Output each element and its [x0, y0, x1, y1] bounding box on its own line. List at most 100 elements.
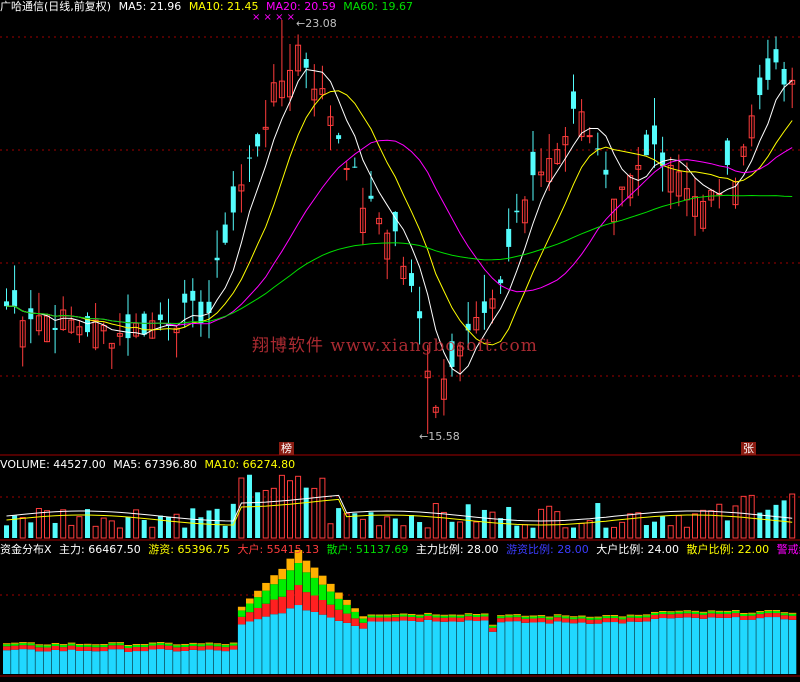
retail-value: 散户: 51137.69: [326, 543, 409, 556]
fund-big-segment: [505, 617, 513, 622]
fund-retail-segment: [156, 649, 165, 674]
ma10-label: MA10: 21.45: [188, 0, 259, 13]
fund-big-segment: [59, 647, 68, 652]
candle-body: [303, 59, 309, 68]
fund-retail-segment: [19, 649, 27, 674]
fund-hot-segment: [561, 616, 570, 619]
fund-hot-segment: [634, 615, 643, 618]
fund-hot-segment: [472, 615, 481, 618]
fund-hot-segment: [59, 645, 68, 648]
fund-big-segment: [35, 647, 43, 652]
main-chart-header: 广哈通信(日线,前复权) MA5: 21.96 MA10: 21.45 MA20…: [0, 0, 417, 14]
fund-hot-segment: [456, 615, 465, 618]
fund-big-segment: [367, 617, 376, 622]
fund-main-segment: [586, 616, 594, 618]
candle-body: [343, 167, 350, 170]
fund-hot-segment: [756, 612, 764, 615]
fund-hot-segment: [489, 625, 497, 628]
fund-retail-segment: [294, 605, 303, 674]
volume-bar: [319, 477, 326, 539]
fund-big-segment: [92, 647, 100, 652]
fund-retail-segment: [399, 620, 408, 674]
stock-title: 广哈通信(日线,前复权): [0, 0, 112, 13]
volume-bar: [781, 500, 787, 538]
candle-body: [765, 58, 771, 80]
fund-main-segment: [521, 615, 529, 617]
volume-bar: [757, 512, 763, 538]
fund-retail-segment: [553, 621, 562, 674]
tag-zhang[interactable]: 张: [741, 442, 756, 455]
fund-retail-segment: [780, 619, 789, 674]
fund-big-segment: [424, 615, 432, 620]
fund-hot-segment: [254, 597, 262, 608]
fund-retail-segment: [756, 618, 764, 674]
volume-bar: [440, 511, 447, 539]
fund-retail-segment: [586, 623, 594, 674]
volume-bar: [765, 509, 771, 538]
fund-big-segment: [561, 618, 570, 623]
volume-bar: [530, 527, 536, 538]
ma60-label: MA60: 19.67: [343, 0, 413, 13]
fund-hot-segment: [124, 645, 133, 648]
volume-bar: [481, 509, 487, 538]
fund-hot-segment: [246, 603, 254, 613]
fund-big-segment: [67, 645, 76, 650]
fund-retail-segment: [262, 616, 270, 674]
fund-main-segment: [408, 613, 416, 615]
fund-big-segment: [327, 604, 335, 618]
fund-big-segment: [278, 596, 286, 614]
fund-big-segment: [75, 646, 84, 651]
fund-retail-segment: [124, 651, 133, 674]
fund-retail-segment: [732, 617, 740, 674]
fund-retail-segment: [642, 621, 651, 674]
fund-hot-segment: [173, 645, 181, 648]
fund-big-segment: [489, 627, 497, 632]
fund-retail-segment: [561, 622, 570, 674]
fund-hot-segment: [310, 577, 319, 596]
fund-main-segment: [683, 610, 691, 612]
fund-retail-segment: [3, 650, 11, 674]
volume-bar: [92, 525, 99, 539]
volume-bar: [611, 526, 617, 539]
ma5-line: [6, 68, 793, 375]
fund-hot-segment: [108, 643, 116, 646]
candle-body: [586, 135, 593, 138]
fund-retail-segment: [116, 649, 124, 674]
fund-big-segment: [359, 622, 367, 629]
fund-main-segment: [246, 598, 254, 604]
fund-main-segment: [610, 615, 619, 617]
fund-hot-segment: [732, 611, 740, 614]
fund-hot-segment: [132, 645, 141, 648]
fund-retail-segment: [367, 621, 376, 674]
ma20-line: [6, 139, 793, 326]
candle-body: [157, 314, 163, 321]
fund-retail-segment: [92, 651, 100, 674]
fund-main-segment: [772, 610, 781, 612]
fund-hot-segment: [521, 616, 529, 619]
fund-big-segment: [675, 613, 683, 618]
candle-body: [465, 323, 471, 331]
fund-main-segment: [715, 610, 724, 612]
fund-big-segment: [756, 614, 764, 619]
fund-hot-segment: [286, 570, 295, 591]
candle-body: [336, 135, 342, 139]
fund-retail-segment: [327, 617, 335, 674]
fund-main-segment: [27, 642, 35, 644]
volume-bar: [327, 523, 334, 539]
big-ratio-value: 大户比例: 24.00: [596, 543, 679, 556]
fund-big-segment: [343, 613, 351, 623]
fund-retail-segment: [132, 651, 141, 674]
fund-main-segment: [197, 643, 205, 645]
volume-bar: [278, 474, 285, 539]
fund-hot-segment: [659, 612, 667, 615]
tag-bang[interactable]: 榜: [279, 442, 294, 455]
fund-big-segment: [3, 646, 11, 651]
fund-hot-segment: [189, 643, 197, 646]
volume-bar: [489, 511, 496, 539]
fund-main-segment: [651, 611, 659, 613]
fund-main-segment: [181, 643, 189, 645]
fund-hot-segment: [229, 643, 238, 646]
volume-label: VOLUME: 44527.00: [0, 458, 106, 471]
fund-big-segment: [651, 614, 659, 619]
fund-big-segment: [642, 617, 651, 622]
